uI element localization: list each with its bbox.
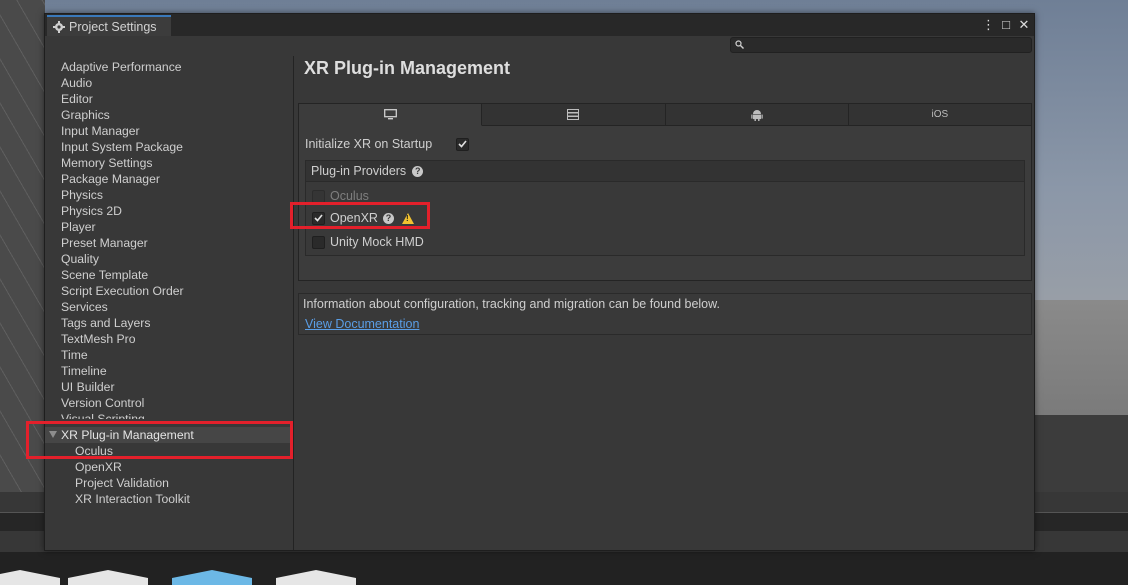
sidebar-item-scene-template[interactable]: Scene Template (61, 267, 148, 283)
provider-row-oculus: Oculus (312, 187, 369, 205)
tab-android[interactable] (665, 104, 849, 126)
android-icon (750, 109, 763, 121)
tab-ios[interactable]: iOS (848, 104, 1031, 126)
sidebar-item-adaptive-performance[interactable]: Adaptive Performance (61, 59, 182, 75)
window-tab-title: Project Settings (69, 19, 157, 34)
sidebar-item-physics-2d[interactable]: Physics 2D (61, 203, 122, 219)
asset-strip (0, 552, 1128, 585)
sidebar-item-label: XR Plug-in Management (61, 428, 194, 442)
page-title: XR Plug-in Management (304, 58, 511, 78)
sidebar-item-graphics[interactable]: Graphics (61, 107, 110, 123)
info-text: Information about configuration, trackin… (303, 297, 720, 311)
scene-grid (0, 0, 45, 500)
search-icon (735, 40, 744, 49)
unity-mock-hmd-checkbox[interactable] (312, 235, 325, 249)
provider-label: OpenXR (330, 211, 378, 225)
provider-row-unity-mock-hmd: Unity Mock HMD (312, 233, 424, 251)
sidebar-item-audio[interactable]: Audio (61, 75, 92, 91)
sidebar-item-input-system-package[interactable]: Input System Package (61, 139, 183, 155)
provider-row-openxr: OpenXR ? (312, 209, 414, 227)
sidebar-item-editor[interactable]: Editor (61, 91, 93, 107)
warning-icon[interactable] (401, 212, 414, 224)
server-icon (567, 109, 580, 120)
sidebar-item-xr-plugin-management[interactable]: XR Plug-in Management (45, 427, 293, 443)
sidebar-item-memory-settings[interactable]: Memory Settings (61, 155, 152, 171)
sidebar-item-project-validation[interactable]: Project Validation (75, 475, 169, 491)
help-icon[interactable]: ? (382, 212, 394, 224)
project-settings-window: Project Settings ⋮ □ ✕ Adaptive Performa… (44, 13, 1035, 551)
checkmark-icon (458, 140, 467, 148)
sidebar-item-xr-interaction-toolkit[interactable]: XR Interaction Toolkit (75, 491, 190, 507)
maximize-icon[interactable]: □ (1000, 16, 1012, 34)
tab-standalone[interactable] (299, 104, 483, 126)
initialize-xr-checkbox[interactable] (456, 137, 470, 151)
plugin-providers-header: Plug-in Providers ? (306, 161, 1024, 182)
more-icon[interactable]: ⋮ (982, 16, 995, 34)
sidebar-item-player[interactable]: Player (61, 219, 96, 235)
sidebar-item-oculus[interactable]: Oculus (75, 443, 113, 459)
sidebar-item-ui-builder[interactable]: UI Builder (61, 379, 115, 395)
plugin-providers-label: Plug-in Providers (311, 164, 407, 178)
provider-label: Oculus (330, 189, 369, 203)
sidebar-item-visual-scripting[interactable]: Visual Scripting (61, 411, 145, 419)
sidebar-item-package-manager[interactable]: Package Manager (61, 171, 160, 187)
initialize-xr-label: Initialize XR on Startup (305, 137, 433, 151)
settings-content: XR Plug-in Management iOS Initialize XR … (294, 56, 1034, 550)
sidebar-item-quality[interactable]: Quality (61, 251, 99, 267)
expand-arrow-icon[interactable] (49, 431, 57, 438)
sidebar-item-timeline[interactable]: Timeline (61, 363, 107, 379)
tab-dedicated-server[interactable] (482, 104, 666, 126)
sidebar-item-input-manager[interactable]: Input Manager (61, 123, 140, 139)
monitor-icon (383, 109, 397, 120)
help-icon[interactable]: ? (412, 165, 424, 177)
sidebar-item-preset-manager[interactable]: Preset Manager (61, 235, 148, 251)
platform-settings-box: iOS Initialize XR on Startup Plug-in Pro… (298, 103, 1032, 281)
search-input[interactable] (730, 37, 1032, 53)
gear-icon (53, 20, 65, 33)
window-tab[interactable]: Project Settings (47, 15, 171, 36)
openxr-checkbox[interactable] (312, 211, 325, 225)
sidebar-item-version-control[interactable]: Version Control (61, 395, 144, 411)
sidebar-item-tags-and-layers[interactable]: Tags and Layers (61, 315, 150, 331)
scene-floor (1033, 300, 1128, 420)
settings-sidebar: Adaptive Performance Audio Editor Graphi… (45, 56, 294, 550)
view-documentation-link[interactable]: View Documentation (305, 317, 419, 331)
initialize-xr-row: Initialize XR on Startup (305, 136, 470, 152)
sidebar-item-services[interactable]: Services (61, 299, 108, 315)
settings-toolbar (45, 36, 1034, 56)
title-bar[interactable]: Project Settings ⋮ □ ✕ (45, 14, 1034, 36)
platform-tabs: iOS (299, 104, 1031, 126)
info-box: Information about configuration, trackin… (298, 293, 1032, 335)
sidebar-item-openxr[interactable]: OpenXR (75, 459, 122, 475)
sidebar-item-script-execution-order[interactable]: Script Execution Order (61, 283, 184, 299)
sidebar-item-textmesh-pro[interactable]: TextMesh Pro (61, 331, 136, 347)
checkmark-icon (314, 214, 323, 222)
provider-label: Unity Mock HMD (330, 235, 424, 249)
close-icon[interactable]: ✕ (1018, 16, 1030, 34)
sidebar-item-physics[interactable]: Physics (61, 187, 103, 203)
sidebar-item-time[interactable]: Time (61, 347, 88, 363)
oculus-checkbox[interactable] (312, 189, 325, 203)
plugin-providers-panel: Plug-in Providers ? Oculus OpenXR ? ! Un… (305, 160, 1025, 256)
